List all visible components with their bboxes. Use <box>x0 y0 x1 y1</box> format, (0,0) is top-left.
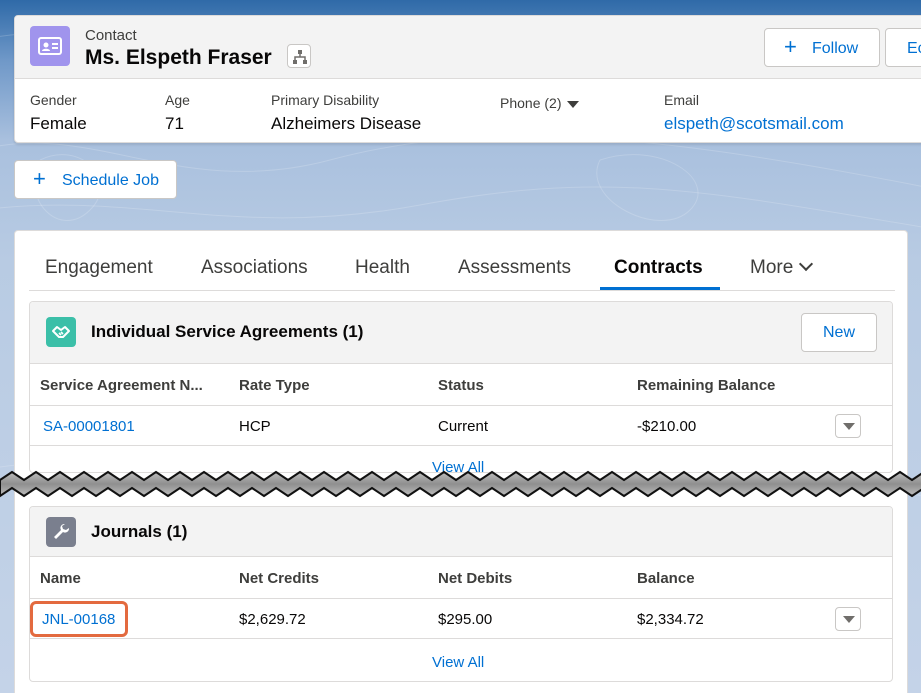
journals-title: Journals (1) <box>91 522 188 541</box>
field-label: Age <box>165 92 190 108</box>
torn-edge-divider <box>0 470 921 498</box>
tab-engagement[interactable]: Engagement <box>45 257 153 279</box>
column-header[interactable]: Balance <box>637 570 695 587</box>
journals-header: Journals (1) <box>30 507 892 557</box>
hierarchy-button[interactable] <box>287 44 311 68</box>
tab-more[interactable]: More <box>750 256 814 279</box>
field-age: Age 71 <box>165 92 190 134</box>
caret-down-icon <box>567 100 580 108</box>
hierarchy-icon <box>293 50 307 64</box>
view-all-link[interactable]: View All <box>432 654 484 671</box>
service-agreements-header: Individual Service Agreements (1) New <box>30 302 892 364</box>
object-type-label: Contact <box>85 27 137 44</box>
table-row: JNL-00168 $2,629.72 $295.00 $2,334.72 <box>30 599 892 639</box>
column-header[interactable]: Name <box>40 570 81 587</box>
service-agreements-card: Individual Service Agreements (1) New Se… <box>29 301 893 473</box>
edit-button[interactable]: Ec <box>885 28 921 67</box>
column-header[interactable]: Net Credits <box>239 570 319 587</box>
record-header: Contact Ms. Elspeth Fraser + Follow Ec G… <box>14 15 921 143</box>
field-primary-disability: Primary Disability Alzheimers Disease <box>271 92 421 134</box>
status-cell: Current <box>438 418 489 435</box>
field-label: Primary Disability <box>271 92 380 108</box>
tab-more-label: More <box>750 257 794 278</box>
highlight-box <box>30 601 128 637</box>
service-agreement-link[interactable]: SA-00001801 <box>43 418 135 435</box>
field-value: 71 <box>165 114 184 133</box>
follow-label: Follow <box>812 40 859 57</box>
service-agreements-title: Individual Service Agreements (1) <box>91 322 364 341</box>
follow-button[interactable]: + Follow <box>764 28 880 67</box>
row-actions-button[interactable] <box>835 414 861 438</box>
plus-icon: + <box>784 34 797 59</box>
column-header[interactable]: Remaining Balance <box>637 377 775 394</box>
table-header: Service Agreement N... Rate Type Status … <box>30 364 892 406</box>
field-gender: Gender Female <box>30 92 87 134</box>
tab-bar: Engagement Associations Health Assessmen… <box>15 231 909 291</box>
net-debits-cell: $295.00 <box>438 611 493 628</box>
record-header-top: Contact Ms. Elspeth Fraser + Follow Ec <box>15 16 921 79</box>
handshake-icon <box>46 317 76 347</box>
wrench-icon <box>46 517 76 547</box>
new-button[interactable]: New <box>801 313 877 352</box>
column-header[interactable]: Service Agreement N... <box>40 377 203 394</box>
contact-icon <box>30 26 70 66</box>
phone-dropdown[interactable]: Phone (2) <box>500 95 580 111</box>
edit-label: Ec <box>907 40 921 57</box>
row-actions-button[interactable] <box>835 607 861 631</box>
schedule-job-button[interactable]: + Schedule Job <box>14 160 177 199</box>
column-header[interactable]: Net Debits <box>438 570 512 587</box>
tab-associations[interactable]: Associations <box>201 257 308 279</box>
rate-type-cell: HCP <box>239 418 271 435</box>
field-email: Email elspeth@scotsmail.com <box>664 92 844 134</box>
column-header[interactable]: Status <box>438 377 484 394</box>
net-credits-cell: $2,629.72 <box>239 611 306 628</box>
field-value: Female <box>30 114 87 133</box>
journals-card: Journals (1) Name Net Credits Net Debits… <box>29 506 893 682</box>
remaining-balance-cell: -$210.00 <box>637 418 697 435</box>
phone-label: Phone (2) <box>500 95 562 111</box>
record-name: Ms. Elspeth Fraser <box>85 46 272 69</box>
tab-assessments[interactable]: Assessments <box>458 257 571 279</box>
tab-health[interactable]: Health <box>355 257 410 279</box>
tab-divider <box>29 290 895 291</box>
field-value: Alzheimers Disease <box>271 114 422 133</box>
table-header: Name Net Credits Net Debits Balance <box>30 557 892 599</box>
column-header[interactable]: Rate Type <box>239 377 310 394</box>
schedule-job-label: Schedule Job <box>62 172 159 189</box>
balance-cell: $2,334.72 <box>637 611 704 628</box>
tab-contracts[interactable]: Contracts <box>614 257 703 279</box>
field-label: Gender <box>30 92 77 108</box>
plus-icon: + <box>33 166 46 191</box>
table-row: SA-00001801 HCP Current -$210.00 <box>30 406 892 446</box>
chevron-down-icon <box>799 256 814 272</box>
email-link[interactable]: elspeth@scotsmail.com <box>664 114 844 134</box>
field-label: Email <box>664 92 700 108</box>
